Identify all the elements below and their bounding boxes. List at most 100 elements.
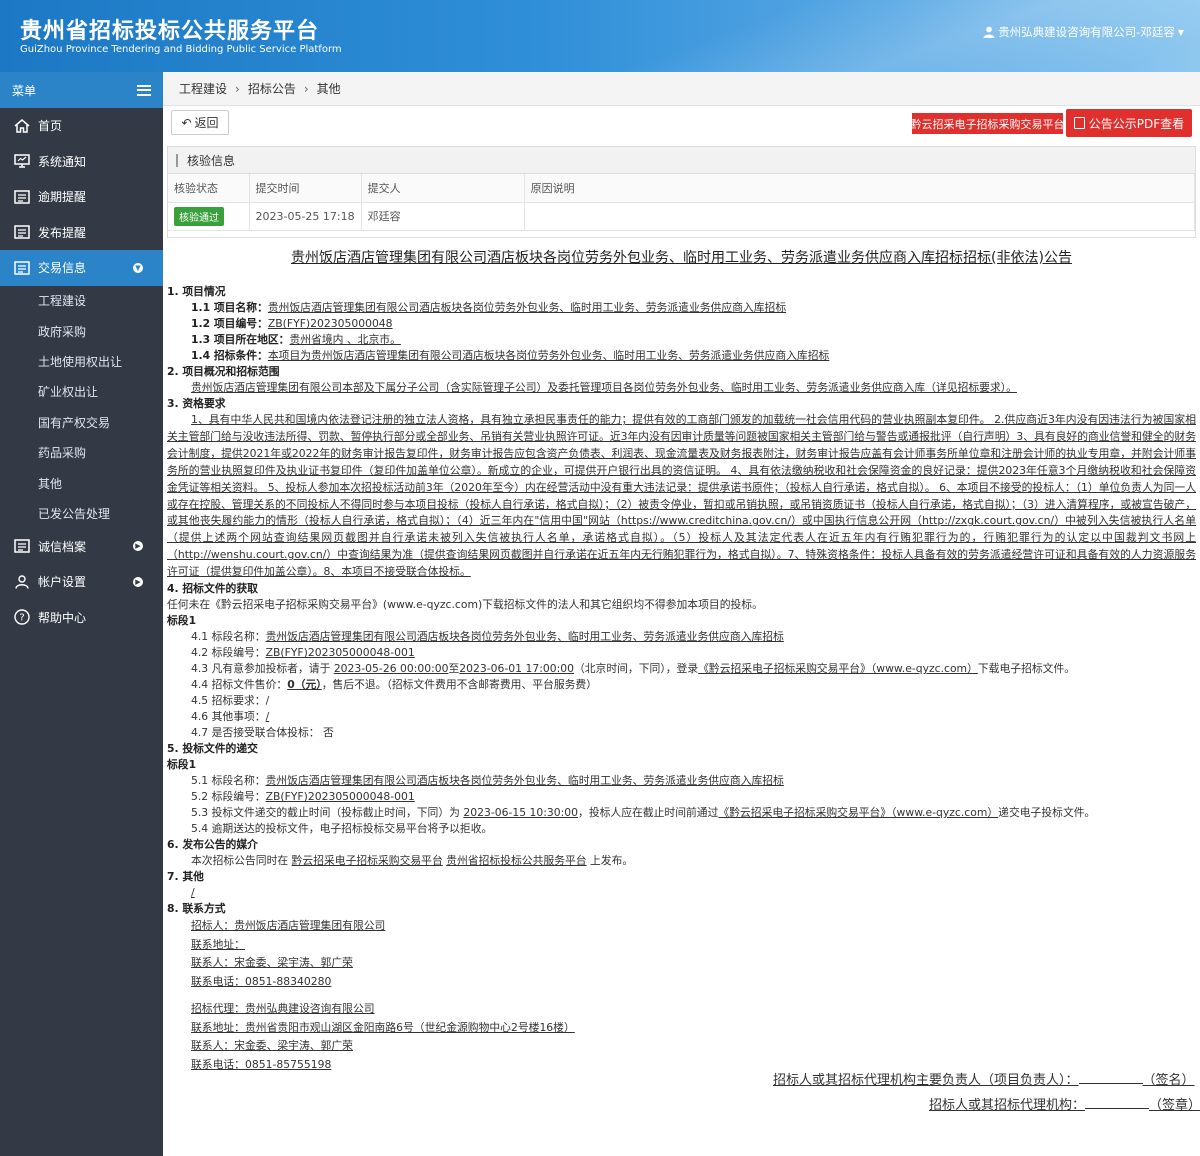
field-row: 5.3 投标文件递交的截止时间（投标截止时间，下同）为 2023-06-15 1… xyxy=(167,805,1196,821)
sidebar: 菜单 首页 系统通知 逾期提醒 发布提醒 交易信息 ▼ 工程建设 政府采购 土地… xyxy=(0,72,163,1156)
column-header: 原因说明 xyxy=(524,174,1196,203)
media-link[interactable]: 贵州省招标投标公共服务平台 xyxy=(446,854,586,867)
sidebar-item-label: 交易信息 xyxy=(38,261,87,276)
breadcrumb-item[interactable]: 工程建设 xyxy=(179,80,227,97)
section-heading: 4. 招标文件的获取 xyxy=(167,582,258,596)
field-value: 贵州饭店酒店管理集团有限公司酒店板块各岗位劳务外包业务、临时用工业务、劳务派遣业… xyxy=(265,774,784,788)
sidebar-item-label: 诚信档案 xyxy=(38,539,87,554)
field-value: ZB(FYF)202305000048-001 xyxy=(265,790,415,804)
back-icon: ↶ xyxy=(181,115,192,130)
field-text: 5.3 投标文件递交的截止时间（投标截止时间，下同）为 xyxy=(191,806,464,820)
list-icon xyxy=(12,224,32,240)
list-icon xyxy=(12,260,32,276)
field-value: 0（元） xyxy=(287,678,322,692)
platform-link[interactable]: 《黔云招采电子招标采购交易平台》（www.e-qyzc.com） xyxy=(718,806,998,819)
platform-link[interactable]: 《黔云招采电子招标采购交易平台》（www.e-qyzc.com） xyxy=(698,662,978,675)
platform-link-button[interactable]: 黔云招采电子招标采购交易平台 xyxy=(911,113,1065,134)
sidebar-item-publish[interactable]: 发布提醒 xyxy=(0,215,163,251)
section-text: / xyxy=(191,886,195,900)
verify-panel: 核验信息 核验状态 提交时间 提交人 原因说明 核验通过 2023-05-25 … xyxy=(167,146,1196,238)
field-value: / xyxy=(265,710,270,724)
field-value: ZB(FYF)202305000048-001 xyxy=(265,646,415,660)
site-subtitle: GuiZhou Province Tendering and Bidding P… xyxy=(20,44,342,55)
field-value: 本项目为贵州饭店酒店管理集团有限公司酒店板块各岗位劳务外包业务、临时用工业务、劳… xyxy=(267,349,830,362)
sidebar-item-label: 发布提醒 xyxy=(38,225,87,240)
verify-panel-header: 核验信息 xyxy=(168,147,1195,174)
subnav-item[interactable]: 土地使用权出让 xyxy=(0,346,163,376)
subnav-item[interactable]: 工程建设 xyxy=(0,286,163,316)
field-text: ，售后不退。（招标文件费用不含邮寄费用、平台服务费） xyxy=(321,678,598,692)
field-value: 贵州饭店酒店管理集团有限公司酒店板块各岗位劳务外包业务、临时用工业务、劳务派遣业… xyxy=(265,630,784,644)
top-header: 贵州省招标投标公共服务平台 GuiZhou Province Tendering… xyxy=(0,0,1200,72)
status-badge: 核验通过 xyxy=(174,206,224,226)
back-button-label: 返回 xyxy=(194,116,219,130)
contact-line: 联系电话：0851-88340280 xyxy=(191,974,332,988)
field-row: 4.6 其他事项：/ xyxy=(167,709,1196,725)
field-row: 1.4 招标条件：本项目为贵州饭店酒店管理集团有限公司酒店板块各岗位劳务外包业务… xyxy=(167,348,1196,364)
field-text: ，投标人应在截止时间前通过 xyxy=(578,806,719,820)
subnav-item[interactable]: 其他 xyxy=(0,468,163,498)
seal-suffix: （签章） xyxy=(1149,1098,1200,1113)
field-key: 4.1 标段名称： xyxy=(191,630,266,644)
subnav-item[interactable]: 矿业权出让 xyxy=(0,377,163,407)
verify-title: 核验信息 xyxy=(187,153,236,168)
subnav-item[interactable]: 国有产权交易 xyxy=(0,407,163,437)
hamburger-icon[interactable] xyxy=(137,84,151,96)
media-link[interactable]: 黔云招采电子招标采购交易平台 xyxy=(292,854,443,867)
signature-label: 招标人或其招标代理机构主要负责人（项目负责人）： xyxy=(773,1073,1079,1088)
field-value: 2023-06-01 17:00:00 xyxy=(459,662,574,676)
table-cell xyxy=(524,202,1196,231)
sidebar-item-overdue[interactable]: 逾期提醒 xyxy=(0,179,163,215)
section-heading: 7. 其他 xyxy=(167,870,204,884)
breadcrumb-item[interactable]: 招标公告 xyxy=(248,80,296,97)
sidebar-item-trade[interactable]: 交易信息 ▼ xyxy=(0,250,163,286)
back-button[interactable]: ↶ 返回 xyxy=(171,110,229,135)
sidebar-item-label: 系统通知 xyxy=(38,154,87,169)
sidebar-item-home[interactable]: 首页 xyxy=(0,108,163,144)
user-menu[interactable]: 贵州弘典建设咨询有限公司-邓廷容 ▼ xyxy=(983,24,1184,40)
site-title: 贵州省招标投标公共服务平台 xyxy=(20,19,320,44)
chevron-right-icon: ▶ xyxy=(133,541,143,552)
table-header-row: 核验状态 提交时间 提交人 原因说明 xyxy=(168,174,1196,203)
field-row: 4.4 招标文件售价：0（元），售后不退。（招标文件费用不含邮寄费用、平台服务费… xyxy=(167,677,1196,693)
svg-text:?: ? xyxy=(19,613,24,624)
section-text: 任何未在《黔云招采电子招标采购交易平台》(www.e-qyzc.com)下载招标… xyxy=(167,598,763,612)
sidebar-item-help[interactable]: ? 帮助中心 xyxy=(0,600,163,636)
section-heading: 1. 项目情况 xyxy=(167,285,226,298)
user-name: 贵州弘典建设咨询有限公司-邓廷容 xyxy=(998,25,1175,39)
field-row: 1.1 项目名称：贵州饭店酒店管理集团有限公司酒店板块各岗位劳务外包业务、临时用… xyxy=(167,300,1196,316)
home-icon xyxy=(12,118,32,134)
subnav-item[interactable]: 已发公告处理 xyxy=(0,498,163,528)
section-heading: 6. 发布公告的媒介 xyxy=(167,838,258,852)
field-row: 本次招标公告同时在 黔云招采电子招标采购交易平台 贵州省招标投标公共服务平台 上… xyxy=(167,853,1196,869)
field-row: 4.1 标段名称：贵州饭店酒店管理集团有限公司酒店板块各岗位劳务外包业务、临时用… xyxy=(167,629,1196,645)
field-row: 5.2 标段编号：ZB(FYF)202305000048-001 xyxy=(167,789,1196,805)
section-heading: 8. 联系方式 xyxy=(167,902,226,916)
field-row: 4.2 标段编号：ZB(FYF)202305000048-001 xyxy=(167,645,1196,661)
field-text: 上发布。 xyxy=(586,854,634,868)
contact-line: 招标代理：贵州弘典建设咨询有限公司 xyxy=(191,1002,375,1016)
field-text: 4.3 凡有意参加投标者，请于 xyxy=(191,662,334,676)
subnav-item[interactable]: 药品采购 xyxy=(0,437,163,467)
field-key: 1.4 招标条件： xyxy=(191,349,268,362)
seal-label: 招标人或其招标代理机构： xyxy=(929,1098,1086,1113)
subnav-item[interactable]: 政府采购 xyxy=(0,316,163,346)
chevron-right-icon: › xyxy=(303,81,309,96)
sidebar-item-credit[interactable]: 诚信档案 ▶ xyxy=(0,529,163,565)
sidebar-item-account[interactable]: 帐户设置 ▶ xyxy=(0,564,163,600)
segment-label: 标段1 xyxy=(167,758,197,772)
field-key: 4.6 其他事项： xyxy=(191,710,266,724)
verify-table: 核验状态 提交时间 提交人 原因说明 核验通过 2023-05-25 17:18… xyxy=(168,174,1196,231)
sidebar-item-notice[interactable]: 系统通知 xyxy=(0,144,163,180)
field-key: 5.2 标段编号： xyxy=(191,790,266,804)
field-key: 1.2 项目编号： xyxy=(191,317,268,330)
field-key: 5.1 标段名称： xyxy=(191,774,266,788)
sidebar-item-label: 首页 xyxy=(38,119,63,134)
field-row: 4.3 凡有意参加投标者，请于 2023-05-26 00:00:00至2023… xyxy=(167,661,1196,677)
pdf-icon xyxy=(1073,117,1085,129)
pdf-view-button[interactable]: 公告公示PDF查看 xyxy=(1066,109,1192,137)
contact-line: 联系地址：贵州省贵阳市观山湖区金阳南路6号（世纪金源购物中心2号楼16楼） xyxy=(191,1020,575,1034)
help-icon: ? xyxy=(12,609,32,626)
field-value: 贵州饭店酒店管理集团有限公司酒店板块各岗位劳务外包业务、临时用工业务、劳务派遣业… xyxy=(267,301,787,314)
user-icon xyxy=(983,26,995,38)
